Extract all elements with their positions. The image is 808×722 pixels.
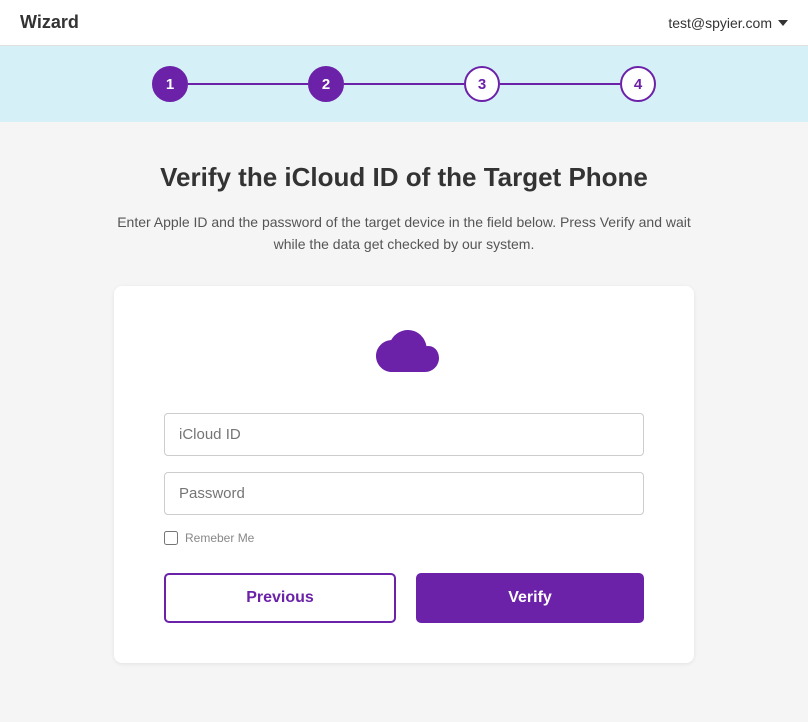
step-line-2-3 <box>344 83 464 85</box>
verify-button[interactable]: Verify <box>416 573 644 623</box>
user-menu[interactable]: test@spyier.com <box>668 15 788 31</box>
user-email: test@spyier.com <box>668 15 772 31</box>
header-title: Wizard <box>20 12 79 33</box>
cloud-icon <box>368 326 440 383</box>
step-2: 2 <box>308 66 344 102</box>
header: Wizard test@spyier.com <box>0 0 808 46</box>
remember-me-label: Remeber Me <box>185 531 254 545</box>
step-line-1-2 <box>188 83 308 85</box>
page-description: Enter Apple ID and the password of the t… <box>114 211 694 256</box>
step-3: 3 <box>464 66 500 102</box>
step-line-3-4 <box>500 83 620 85</box>
icloud-form-card: Remeber Me Previous Verify <box>114 286 694 663</box>
remember-me-checkbox[interactable] <box>164 531 178 545</box>
button-row: Previous Verify <box>164 573 644 623</box>
main-content: Verify the iCloud ID of the Target Phone… <box>0 122 808 722</box>
previous-button[interactable]: Previous <box>164 573 396 623</box>
password-input[interactable] <box>164 472 644 515</box>
stepper-bar: 1 2 3 4 <box>0 46 808 122</box>
chevron-down-icon <box>778 20 788 26</box>
step-1: 1 <box>152 66 188 102</box>
step-4: 4 <box>620 66 656 102</box>
icloud-id-input[interactable] <box>164 413 644 456</box>
page-title: Verify the iCloud ID of the Target Phone <box>160 162 648 193</box>
stepper: 1 2 3 4 <box>152 66 656 102</box>
remember-me-row: Remeber Me <box>164 531 254 545</box>
